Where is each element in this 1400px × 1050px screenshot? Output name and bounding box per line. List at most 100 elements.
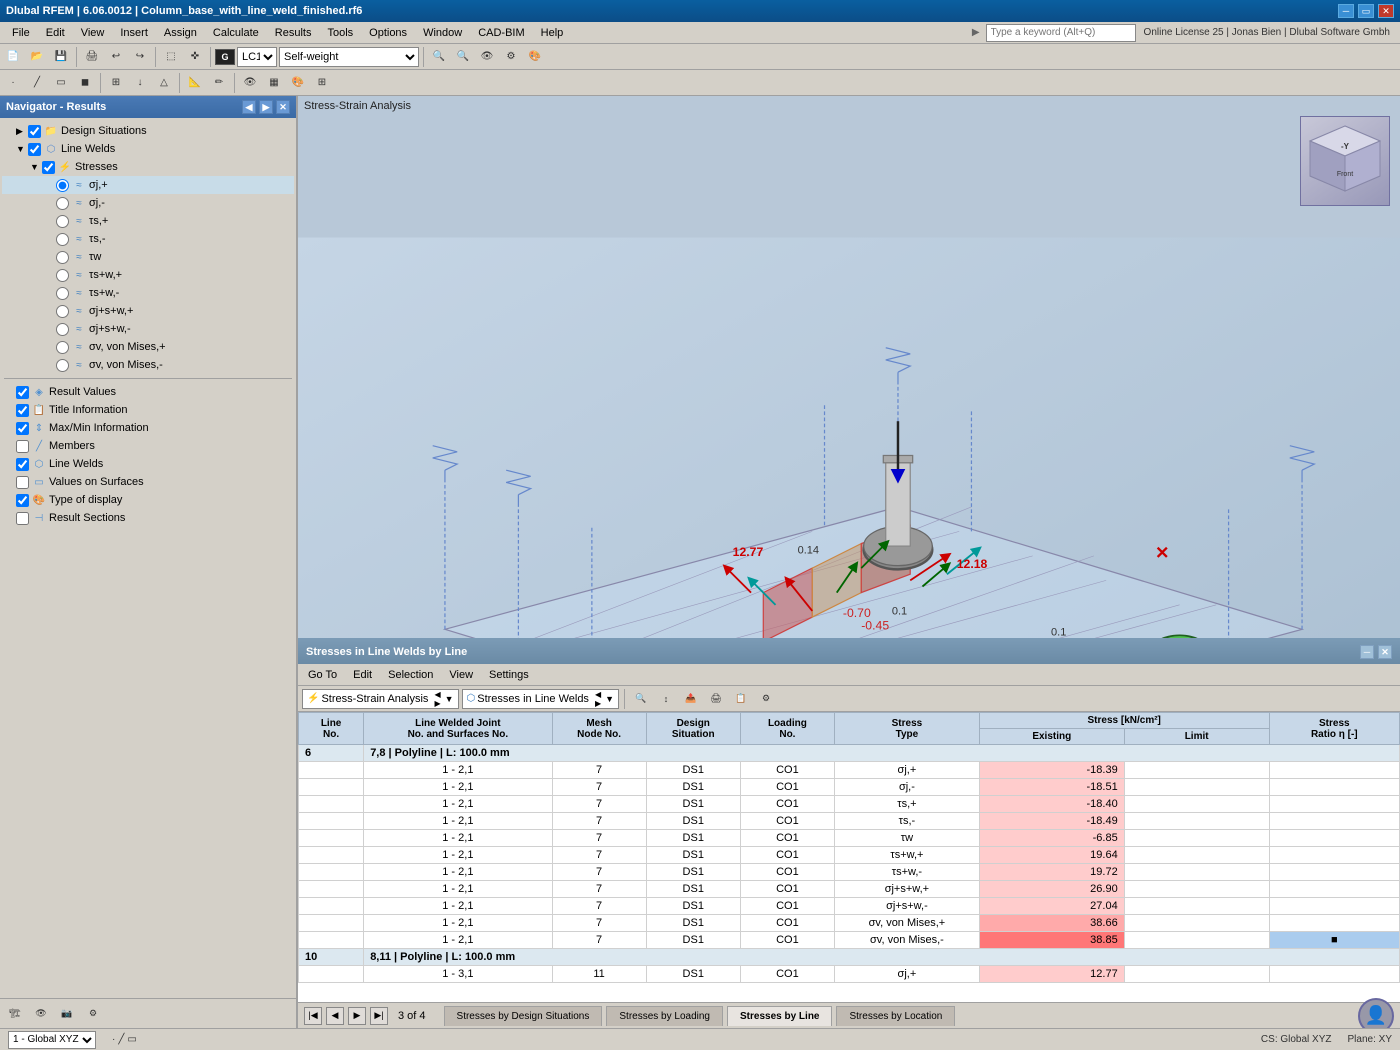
- restore-button[interactable]: ▭: [1358, 4, 1374, 18]
- tau-s-minus-radio[interactable]: [56, 233, 69, 246]
- tau-sw-minus-radio[interactable]: [56, 287, 69, 300]
- title-information-checkbox[interactable]: [16, 404, 29, 417]
- results-minimize-btn[interactable]: ─: [1360, 645, 1374, 659]
- type-display-checkbox[interactable]: [16, 494, 29, 507]
- nav-collapse-btn[interactable]: ◀: [242, 100, 256, 114]
- results-menu-view[interactable]: View: [443, 667, 479, 683]
- menu-file[interactable]: File: [4, 25, 38, 41]
- results-menu-edit[interactable]: Edit: [347, 667, 378, 683]
- res-print-btn[interactable]: 🖨: [705, 688, 727, 710]
- node-btn[interactable]: ·: [2, 72, 24, 94]
- constraint-btn[interactable]: ⊞: [105, 72, 127, 94]
- combo2-dropdown-btn[interactable]: ▼: [605, 694, 614, 704]
- menu-view[interactable]: View: [73, 25, 113, 41]
- minimize-button[interactable]: ─: [1338, 4, 1354, 18]
- values-surfaces-checkbox[interactable]: [16, 476, 29, 489]
- display-btn[interactable]: 👁: [239, 72, 261, 94]
- keyword-search-input[interactable]: [986, 24, 1136, 42]
- results-menu-settings[interactable]: Settings: [483, 667, 535, 683]
- solid-btn[interactable]: ◼: [74, 72, 96, 94]
- res-settings-btn[interactable]: ⚙: [755, 688, 777, 710]
- result-values-checkbox[interactable]: [16, 386, 29, 399]
- surface-btn[interactable]: ▭: [50, 72, 72, 94]
- tab-stresses-location[interactable]: Stresses by Location: [836, 1006, 955, 1026]
- tab-stresses-design-situations[interactable]: Stresses by Design Situations: [444, 1006, 603, 1026]
- coord-system-selector[interactable]: 1 - Global XYZ: [8, 1031, 96, 1049]
- table-row[interactable]: 1 - 2,1 7 DS1 CO1 σv, von Mises,+ 38.66: [299, 915, 1400, 932]
- zoom-in-btn[interactable]: 🔍: [428, 46, 450, 68]
- support-btn[interactable]: △: [153, 72, 175, 94]
- open-btn[interactable]: 📂: [26, 46, 48, 68]
- tab-stresses-line[interactable]: Stresses by Line: [727, 1006, 832, 1026]
- tree-sigma-jsw-plus[interactable]: ≈ σj+s+w,+: [2, 302, 294, 320]
- tree-tau-w[interactable]: ≈ τw: [2, 248, 294, 266]
- menu-options[interactable]: Options: [361, 25, 415, 41]
- grid-btn[interactable]: ⊞: [311, 72, 333, 94]
- combo2-next-btn[interactable]: ▶: [595, 699, 601, 708]
- menu-cadbim[interactable]: CAD-BIM: [470, 25, 532, 41]
- menu-edit[interactable]: Edit: [38, 25, 73, 41]
- maxmin-checkbox[interactable]: [16, 422, 29, 435]
- combo-prev-btn[interactable]: ◀: [434, 690, 440, 699]
- table-row[interactable]: 1 - 2,1 7 DS1 CO1 σj+s+w,- 27.04: [299, 898, 1400, 915]
- save-btn[interactable]: 💾: [50, 46, 72, 68]
- tab-stresses-loading[interactable]: Stresses by Loading: [606, 1006, 723, 1026]
- nav-expand-btn[interactable]: ▶: [259, 100, 273, 114]
- tree-tau-s-minus[interactable]: ≈ τs,-: [2, 230, 294, 248]
- measure-btn[interactable]: 📐: [184, 72, 206, 94]
- table-row[interactable]: 1 - 2,1 7 DS1 CO1 τs,- -18.49: [299, 813, 1400, 830]
- tree-sigma-j-minus[interactable]: ≈ σj,-: [2, 194, 294, 212]
- tree-result-sections[interactable]: ⊣ Result Sections: [2, 509, 294, 527]
- tree-tau-s-plus[interactable]: ≈ τs,+: [2, 212, 294, 230]
- results-menu-selection[interactable]: Selection: [382, 667, 439, 683]
- render2-btn[interactable]: ▦: [263, 72, 285, 94]
- page-last-btn[interactable]: ▶|: [370, 1007, 388, 1025]
- combo2-prev-btn[interactable]: ◀: [595, 690, 601, 699]
- menu-calculate[interactable]: Calculate: [205, 25, 267, 41]
- table-group-row-6[interactable]: 6 7,8 | Polyline | L: 100.0 mm: [299, 745, 1400, 762]
- sigma-jsw-minus-radio[interactable]: [56, 323, 69, 336]
- table-row[interactable]: 1 - 2,1 7 DS1 CO1 σj+s+w,+ 26.90: [299, 881, 1400, 898]
- nav-model-btn[interactable]: 🏗: [4, 1003, 26, 1025]
- select-btn[interactable]: ⬚: [160, 46, 182, 68]
- nav-close-btn[interactable]: ✕: [276, 100, 290, 114]
- tree-members[interactable]: ╱ Members: [2, 437, 294, 455]
- tree-stresses[interactable]: ▼ ⚡ Stresses: [2, 158, 294, 176]
- tree-sigma-jsw-minus[interactable]: ≈ σj+s+w,-: [2, 320, 294, 338]
- tree-sigma-vm-minus[interactable]: ≈ σv, von Mises,-: [2, 356, 294, 374]
- tree-values-on-surfaces[interactable]: ▭ Values on Surfaces: [2, 473, 294, 491]
- line-btn[interactable]: ╱: [26, 72, 48, 94]
- table-row[interactable]: 1 - 2,1 7 DS1 CO1 τs+w,+ 19.64: [299, 847, 1400, 864]
- sigma-vm-minus-radio[interactable]: [56, 359, 69, 372]
- res-filter-btn[interactable]: 🔍: [630, 688, 652, 710]
- tree-title-information[interactable]: 📋 Title Information: [2, 401, 294, 419]
- sigma-jsw-plus-radio[interactable]: [56, 305, 69, 318]
- tree-sigma-vm-plus[interactable]: ≈ σv, von Mises,+: [2, 338, 294, 356]
- table-row[interactable]: 1 - 3,1 11 DS1 CO1 σj,+ 12.77: [299, 966, 1400, 983]
- zoom-out-btn[interactable]: 🔍: [452, 46, 474, 68]
- results-close-btn[interactable]: ✕: [1378, 645, 1392, 659]
- tree-result-values[interactable]: ◈ Result Values: [2, 383, 294, 401]
- print-btn[interactable]: 🖨: [81, 46, 103, 68]
- tau-sw-plus-radio[interactable]: [56, 269, 69, 282]
- stress-analysis-combo[interactable]: ⚡ Stress-Strain Analysis ◀ ▶ ▼: [302, 689, 459, 709]
- menu-results[interactable]: Results: [267, 25, 320, 41]
- move-btn[interactable]: ✜: [184, 46, 206, 68]
- menu-assign[interactable]: Assign: [156, 25, 205, 41]
- table-row[interactable]: 1 - 2,1 7 DS1 CO1 τs+w,- 19.72: [299, 864, 1400, 881]
- close-button[interactable]: ✕: [1378, 4, 1394, 18]
- tree-type-of-display[interactable]: 🎨 Type of display: [2, 491, 294, 509]
- results-table[interactable]: LineNo. Line Welded JointNo. and Surface…: [298, 712, 1400, 1002]
- combo-dropdown-btn[interactable]: ▼: [445, 694, 454, 704]
- line-welds-combo[interactable]: ⬡ Stresses in Line Welds ◀ ▶ ▼: [462, 689, 620, 709]
- render-btn[interactable]: 🎨: [524, 46, 546, 68]
- res-export-btn[interactable]: 📤: [680, 688, 702, 710]
- result-sections-checkbox[interactable]: [16, 512, 29, 525]
- page-prev-btn[interactable]: ◀: [326, 1007, 344, 1025]
- load-case-name-selector[interactable]: Self-weight: [279, 47, 419, 67]
- menu-tools[interactable]: Tools: [319, 25, 361, 41]
- tree-tau-sw-minus[interactable]: ≈ τs+w,-: [2, 284, 294, 302]
- stresses-checkbox[interactable]: [42, 161, 55, 174]
- tau-w-radio[interactable]: [56, 251, 69, 264]
- undo-btn[interactable]: ↩: [105, 46, 127, 68]
